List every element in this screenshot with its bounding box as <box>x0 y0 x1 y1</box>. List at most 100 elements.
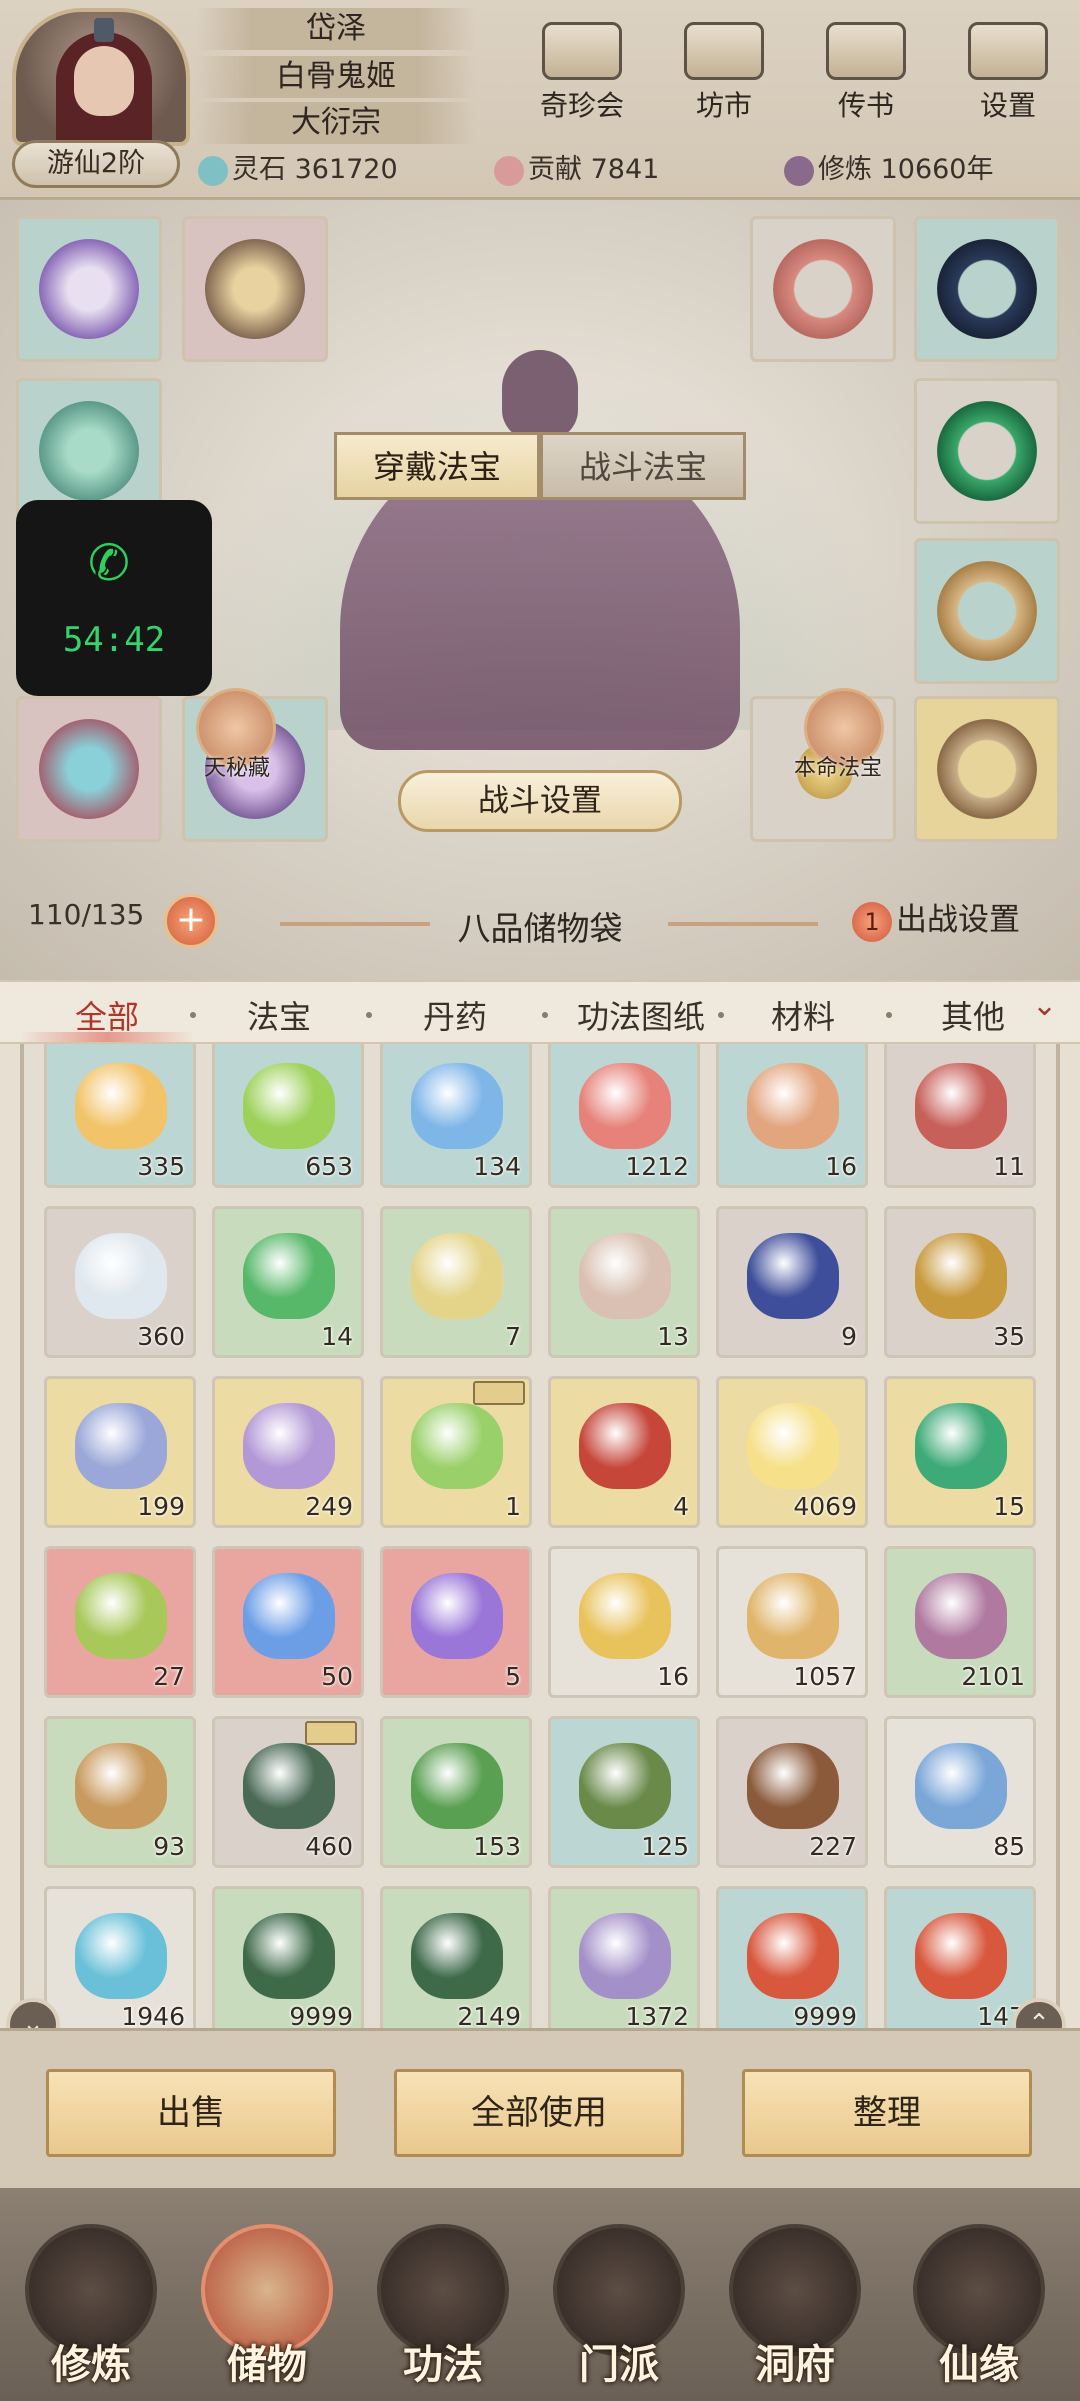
inventory-slot[interactable]: 2101 <box>884 1546 1036 1698</box>
inventory-slot[interactable]: 4069 <box>716 1376 868 1528</box>
equip-slot-headwear[interactable] <box>182 216 328 362</box>
equip-slot-ring-2[interactable] <box>914 216 1060 362</box>
contribution-value: 贡献 7841 <box>528 154 660 185</box>
treasure-pavilion-button[interactable]: 奇珍会 <box>522 22 642 132</box>
inventory-slot[interactable]: 13 <box>548 1206 700 1358</box>
item-icon <box>243 1063 335 1149</box>
inventory-slot[interactable]: 460 <box>212 1716 364 1868</box>
game-screen: 游仙2阶 岱泽 白骨鬼姬 大衍宗 奇珍会 坊市 传书 设置 灵石 361720 … <box>0 0 1080 2401</box>
item-quantity: 1946 <box>121 2002 185 2028</box>
inventory-slot[interactable]: 360 <box>44 1206 196 1358</box>
inventory-slot[interactable]: 14 <box>212 1206 364 1358</box>
tab-materials[interactable]: 材料 <box>728 992 878 1038</box>
item-quantity: 2149 <box>457 2002 521 2028</box>
tab-techniques[interactable]: 功法图纸 <box>548 992 734 1038</box>
market-icon <box>684 22 764 80</box>
call-overlay[interactable]: ✆ 54:42 <box>16 500 212 696</box>
tab-treasures[interactable]: 法宝 <box>204 992 354 1038</box>
tab-worn-treasures[interactable]: 穿戴法宝 <box>334 432 540 500</box>
use-all-button[interactable]: 全部使用 <box>394 2069 684 2157</box>
inventory-slot[interactable]: 147 <box>884 1886 1036 2028</box>
tab-battle-treasures[interactable]: 战斗法宝 <box>540 432 746 500</box>
market-button[interactable]: 坊市 <box>664 22 784 132</box>
tab-pills[interactable]: 丹药 <box>380 992 530 1038</box>
inventory-slot[interactable]: 16 <box>716 1044 868 1188</box>
figure-head <box>502 350 578 440</box>
inventory-slot[interactable]: 653 <box>212 1044 364 1188</box>
inventory-slot[interactable]: 50 <box>212 1546 364 1698</box>
inventory-slot[interactable]: 9 <box>716 1206 868 1358</box>
tab-all[interactable]: 全部 <box>32 992 182 1038</box>
inventory-slot[interactable]: 153 <box>380 1716 532 1868</box>
settings-button[interactable]: 设置 <box>948 22 1068 132</box>
equip-slot-ring-5[interactable] <box>914 696 1060 842</box>
expand-bag-button[interactable]: + <box>164 894 218 948</box>
inventory-slot[interactable]: 2149 <box>380 1886 532 2028</box>
tab-other[interactable]: 其他 <box>898 992 1048 1038</box>
chevron-down-icon[interactable]: ⌄ <box>1032 988 1057 1023</box>
inventory-slot[interactable]: 27 <box>44 1546 196 1698</box>
inventory-slot[interactable]: 249 <box>212 1376 364 1528</box>
inventory-slot[interactable]: 9999 <box>716 1886 868 2028</box>
inventory-slot[interactable]: 199 <box>44 1376 196 1528</box>
battle-settings-button[interactable]: 战斗设置 <box>398 770 682 832</box>
inventory-slot[interactable]: 125 <box>548 1716 700 1868</box>
inventory-slot[interactable]: 1 <box>380 1376 532 1528</box>
item-icon <box>747 1233 839 1319</box>
inventory-slot[interactable]: 134 <box>380 1044 532 1188</box>
item-icon <box>579 1063 671 1149</box>
natal-treasure-label: 本命法宝 <box>794 756 883 781</box>
inventory-slot[interactable]: 15 <box>884 1376 1036 1528</box>
item-quantity: 16 <box>657 1662 689 1691</box>
item-icon <box>915 1573 1007 1659</box>
item-icon <box>411 1233 503 1319</box>
nav-sect[interactable]: 门派 <box>544 2224 694 2394</box>
item-quantity: 653 <box>305 1152 353 1181</box>
inventory-slot[interactable]: 4 <box>548 1376 700 1528</box>
ring-icon <box>937 719 1037 819</box>
inventory-slot[interactable]: 1946 <box>44 1886 196 2028</box>
ring-icon <box>937 239 1037 339</box>
inventory-slot[interactable]: 85 <box>884 1716 1036 1868</box>
inventory-slot[interactable]: 16 <box>548 1546 700 1698</box>
item-quantity: 199 <box>137 1492 185 1521</box>
inventory-slot[interactable]: 335 <box>44 1044 196 1188</box>
spirit-stone-icon <box>198 155 228 186</box>
equip-slot-ring-1[interactable] <box>750 216 896 362</box>
nav-techniques[interactable]: 功法 <box>368 2224 518 2394</box>
inventory-slot[interactable]: 1212 <box>548 1044 700 1188</box>
sell-button[interactable]: 出售 <box>46 2069 336 2157</box>
inventory-slot[interactable]: 7 <box>380 1206 532 1358</box>
portrait-face <box>74 46 134 116</box>
inventory-slot[interactable]: 9999 <box>212 1886 364 2028</box>
nav-cave-dwelling[interactable]: 洞府 <box>720 2224 870 2394</box>
item-icon <box>579 1403 671 1489</box>
title-ornament-right <box>668 922 818 926</box>
item-quantity: 9999 <box>289 2002 353 2028</box>
deploy-settings-button[interactable]: 1 出战设置 <box>852 892 1072 948</box>
inventory-slot[interactable]: 93 <box>44 1716 196 1868</box>
item-quantity: 4069 <box>793 1492 857 1521</box>
player-portrait[interactable] <box>12 8 190 146</box>
inventory-slot[interactable]: 11 <box>884 1044 1036 1188</box>
nav-fate[interactable]: 仙缘 <box>904 2224 1054 2394</box>
equip-slot-pants[interactable] <box>16 696 162 842</box>
equip-slot-ring-4[interactable] <box>914 538 1060 684</box>
inventory-slot[interactable]: 35 <box>884 1206 1036 1358</box>
letter-button[interactable]: 传书 <box>806 22 926 132</box>
inventory-slot[interactable]: 5 <box>380 1546 532 1698</box>
equip-slot-ring-3[interactable] <box>914 378 1060 524</box>
item-quantity: 5 <box>505 1662 521 1691</box>
item-icon <box>411 1573 503 1659</box>
nav-cultivation[interactable]: 修炼 <box>16 2224 166 2394</box>
inventory-slot[interactable]: 227 <box>716 1716 868 1868</box>
inventory-slot[interactable]: 1372 <box>548 1886 700 2028</box>
organize-button[interactable]: 整理 <box>742 2069 1032 2157</box>
item-quantity: 13 <box>657 1322 689 1351</box>
header: 游仙2阶 岱泽 白骨鬼姬 大衍宗 奇珍会 坊市 传书 设置 灵石 361720 … <box>0 0 1080 200</box>
item-quantity: 4 <box>673 1492 689 1521</box>
inventory-slot[interactable]: 1057 <box>716 1546 868 1698</box>
equip-slot-necklace[interactable] <box>16 216 162 362</box>
nav-storage[interactable]: 储物 <box>192 2224 342 2394</box>
item-quantity: 153 <box>473 1832 521 1861</box>
